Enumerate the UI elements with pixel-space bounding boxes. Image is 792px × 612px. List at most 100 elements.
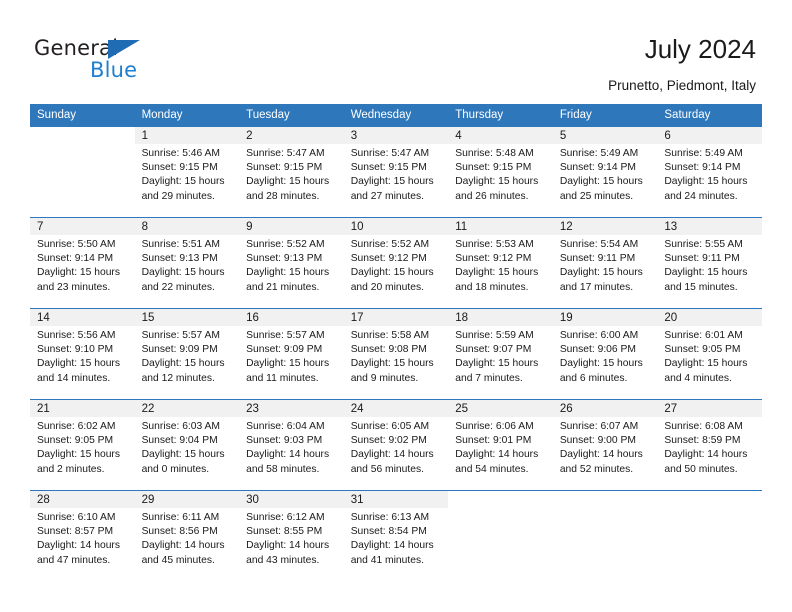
daylight-text: Daylight: 15 hours [141, 176, 225, 188]
day-cell[interactable]: 20 Sunrise: 6:01 AM Sunset: 9:05 PM Dayligh… [657, 309, 762, 399]
day-number: 16 [246, 312, 259, 324]
day-cell[interactable]: 9 Sunrise: 5:52 AM Sunset: 9:13 PM Daylight… [239, 218, 344, 308]
sunset-text: Sunset: 9:12 PM [455, 253, 532, 265]
weekday-header-tuesday: Tuesday [239, 104, 344, 127]
day-number: 11 [455, 221, 468, 233]
day-cell[interactable]: 14 Sunrise: 5:56 AM Sunset: 9:10 PM Dayligh… [30, 309, 135, 399]
day-cell[interactable]: 10 Sunrise: 5:52 AM Sunset: 9:12 PM Dayligh… [343, 218, 449, 308]
daylight-text: Daylight: 15 hours [455, 358, 539, 370]
day-cell[interactable]: 31 Sunrise: 6:13 AM Sunset: 8:54 PM Dayligh… [343, 491, 449, 581]
day-cell[interactable]: 15 Sunrise: 5:57 AM Sunset: 9:09 PM Dayligh… [134, 309, 240, 399]
daylight-text-cont: and 45 minutes. [141, 554, 215, 566]
day-cell[interactable]: 2 Sunrise: 5:47 AM Sunset: 9:15 PM Daylight… [239, 127, 344, 217]
day-cell[interactable]: 29 Sunrise: 6:11 AM Sunset: 8:56 PM Dayligh… [134, 491, 240, 581]
day-cell[interactable]: 17 Sunrise: 5:58 AM Sunset: 9:08 PM Dayligh… [343, 309, 449, 399]
weekday-header-sunday: Sunday [30, 104, 135, 127]
day-cell[interactable]: 24 Sunrise: 6:05 AM Sunset: 9:02 PM Dayligh… [343, 400, 449, 490]
sunrise-text: Sunrise: 6:08 AM [664, 421, 743, 432]
sunrise-text: Sunrise: 5:57 AM [141, 330, 220, 341]
day-cell[interactable]: 4 Sunrise: 5:48 AM Sunset: 9:15 PM Daylight… [448, 127, 553, 217]
day-cell[interactable]: 6 Sunrise: 5:49 AM Sunset: 9:14 PM Daylight… [657, 127, 762, 217]
day-cell-empty [448, 491, 553, 581]
day-number-band: 17 [343, 309, 449, 326]
day-cell[interactable]: 30 Sunrise: 6:12 AM Sunset: 8:55 PM Dayligh… [239, 491, 344, 581]
day-number-band: 13 [657, 218, 762, 235]
calendar-header-row: Sunday Monday Tuesday Wednesday Thursday… [30, 104, 762, 127]
sunrise-text: Sunrise: 5:49 AM [559, 148, 639, 159]
day-number: 22 [141, 403, 155, 415]
day-cell[interactable]: 27 Sunrise: 6:08 AM Sunset: 8:59 PM Dayligh… [657, 400, 762, 490]
daylight-text-cont: and 25 minutes. [559, 190, 634, 202]
daylight-text-cont: and 58 minutes. [246, 463, 320, 475]
day-cell[interactable]: 12 Sunrise: 5:54 AM Sunset: 9:11 PM Dayligh… [552, 218, 658, 308]
day-cell[interactable]: 8 Sunrise: 5:51 AM Sunset: 9:13 PM Daylight… [134, 218, 240, 308]
day-cell-body: Sunrise: 6:13 AM Sunset: 8:54 PM Daylight:… [344, 508, 449, 568]
daylight-text: Daylight: 14 hours [664, 449, 748, 461]
day-number-band: 21 [30, 400, 135, 417]
daylight-text-cont: and 7 minutes. [455, 372, 523, 384]
day-number: 12 [559, 221, 573, 233]
day-number: 17 [350, 312, 364, 324]
day-cell-body: Sunrise: 5:49 AM Sunset: 9:14 PM Daylight:… [657, 144, 762, 204]
day-cell[interactable]: 3 Sunrise: 5:47 AM Sunset: 9:15 PM Daylight… [343, 127, 449, 217]
day-number-band: 2 [239, 127, 344, 144]
day-cell[interactable]: 7 Sunrise: 5:50 AM Sunset: 9:14 PM Daylight… [30, 218, 135, 308]
day-number: 6 [664, 130, 671, 142]
day-number-band: 27 [657, 400, 762, 417]
day-number-band: 3 [343, 127, 449, 144]
day-number: 9 [246, 221, 253, 233]
day-cell[interactable]: 5 Sunrise: 5:49 AM Sunset: 9:14 PM Daylight… [552, 127, 658, 217]
daylight-text-cont: and 43 minutes. [246, 554, 320, 566]
day-cell[interactable]: 18 Sunrise: 5:59 AM Sunset: 9:07 PM Dayligh… [448, 309, 553, 399]
day-number: 31 [350, 494, 364, 506]
sunset-text: Sunset: 9:06 PM [559, 344, 636, 356]
day-cell[interactable]: 22 Sunrise: 6:03 AM Sunset: 9:04 PM Dayligh… [134, 400, 240, 490]
day-cell-body: Sunrise: 6:04 AM Sunset: 9:03 PM Daylight:… [239, 417, 344, 477]
sunrise-text: Sunrise: 5:47 AM [350, 148, 430, 159]
day-cell[interactable]: 11 Sunrise: 5:53 AM Sunset: 9:12 PM Dayligh… [448, 218, 553, 308]
daylight-text-cont: and 29 minutes. [141, 190, 215, 202]
day-cell[interactable]: 13 Sunrise: 5:55 AM Sunset: 9:11 PM Dayligh… [657, 218, 762, 308]
day-cell-body: Sunrise: 5:58 AM Sunset: 9:08 PM Daylight:… [344, 326, 449, 386]
day-cell[interactable]: 21 Sunrise: 6:02 AM Sunset: 9:05 PM Dayligh… [30, 400, 135, 490]
day-number-band [30, 127, 135, 144]
day-cell-body: Sunrise: 6:06 AM Sunset: 9:01 PM Daylight:… [448, 417, 553, 477]
sunset-text: Sunset: 9:15 PM [350, 162, 427, 174]
daylight-text-cont: and 26 minutes. [455, 190, 529, 202]
day-number: 7 [37, 221, 44, 233]
day-cell[interactable]: 23 Sunrise: 6:04 AM Sunset: 9:03 PM Dayligh… [239, 400, 344, 490]
day-cell[interactable]: 19 Sunrise: 6:00 AM Sunset: 9:06 PM Dayligh… [552, 309, 658, 399]
general-blue-logo[interactable]: General Blue [34, 36, 184, 86]
daylight-text: Daylight: 15 hours [664, 267, 748, 279]
day-number-band: 7 [30, 218, 135, 235]
weekday-header-friday: Friday [552, 104, 658, 127]
day-number: 29 [141, 494, 155, 506]
day-number-band: 18 [448, 309, 553, 326]
sunrise-text: Sunrise: 5:57 AM [246, 330, 325, 341]
daylight-text: Daylight: 15 hours [455, 267, 539, 279]
daylight-text: Daylight: 15 hours [141, 358, 225, 370]
day-number: 23 [246, 403, 259, 415]
day-cell-body: Sunrise: 6:10 AM Sunset: 8:57 PM Daylight:… [30, 508, 135, 568]
daylight-text: Daylight: 14 hours [246, 540, 330, 552]
sunset-text: Sunset: 9:12 PM [350, 253, 427, 265]
daylight-text-cont: and 2 minutes. [37, 463, 105, 475]
daylight-text-cont: and 20 minutes. [350, 281, 424, 293]
day-cell[interactable]: 25 Sunrise: 6:06 AM Sunset: 9:01 PM Dayligh… [448, 400, 553, 490]
day-cell[interactable]: 28 Sunrise: 6:10 AM Sunset: 8:57 PM Dayligh… [30, 491, 135, 581]
page-title: July 2024 [644, 34, 756, 64]
day-cell[interactable]: 1 Sunrise: 5:46 AM Sunset: 9:15 PM Daylight… [134, 127, 240, 217]
daylight-text: Daylight: 14 hours [350, 540, 434, 552]
day-number-band: 20 [657, 309, 762, 326]
day-number: 21 [37, 403, 50, 415]
day-cell[interactable]: 16 Sunrise: 5:57 AM Sunset: 9:09 PM Dayligh… [239, 309, 344, 399]
daylight-text-cont: and 41 minutes. [350, 554, 424, 566]
daylight-text: Daylight: 15 hours [559, 267, 643, 279]
location-subtitle: Prunetto, Piedmont, Italy [608, 78, 756, 93]
day-cell-body: Sunrise: 5:56 AM Sunset: 9:10 PM Daylight:… [30, 326, 135, 386]
day-number: 20 [664, 312, 678, 324]
sunrise-text: Sunrise: 6:07 AM [559, 421, 639, 432]
calendar-week-row: 7 Sunrise: 5:50 AM Sunset: 9:14 PM Daylight… [30, 217, 762, 309]
day-cell[interactable]: 26 Sunrise: 6:07 AM Sunset: 9:00 PM Dayligh… [552, 400, 658, 490]
day-cell-body: Sunrise: 5:47 AM Sunset: 9:15 PM Daylight:… [239, 144, 344, 204]
